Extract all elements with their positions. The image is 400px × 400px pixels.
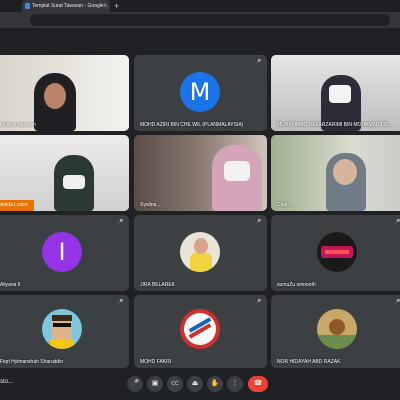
participant-name: khairun nasurah <box>0 122 36 128</box>
mic-off-icon: 🎤 <box>254 220 262 226</box>
profile-photo <box>180 232 220 272</box>
present-icon: ⏏ <box>191 380 199 387</box>
more-options-button[interactable]: ⋮ <box>227 376 243 392</box>
meeting-controls: sto... 🎤 ▣ CC ⏏ ✋ ⋮ ☎ <box>0 368 400 400</box>
participant-face <box>333 159 357 185</box>
participant-name: Chai ... <box>277 202 293 208</box>
mic-off-icon: 🎤 <box>254 60 262 66</box>
participant-name-tag: Anida Losiro <box>0 200 34 211</box>
new-tab-button[interactable]: + <box>114 0 119 12</box>
participant-name: JIRA BELAREK <box>140 282 176 288</box>
meeting-grid: khairun nasurah 🎤 M MOHD AZIRI BIN CHE W… <box>0 28 400 368</box>
participant-tile[interactable]: Syalina ... <box>134 135 267 211</box>
mic-off-icon: 🎤 <box>116 220 124 226</box>
microphone-button[interactable]: 🎤 <box>127 376 143 392</box>
participant-tile[interactable]: 🎤 I Aliyana II <box>0 215 129 291</box>
mic-off-icon: 🎤 <box>254 300 262 306</box>
docs-icon <box>25 3 30 9</box>
address-bar <box>0 12 400 28</box>
participant-tile[interactable]: 🎤 NOR HIDAYAH ABD RAZAK <box>271 295 400 368</box>
participant-tile[interactable]: MUHAMMAD HAZARZARIMI BIN MOHAMAD FR... <box>271 55 400 131</box>
participant-tile[interactable]: 🎤 JIRA BELAREK <box>134 215 267 291</box>
omnibox[interactable] <box>30 14 390 26</box>
participant-name: Syalina ... <box>140 202 162 208</box>
face-mask <box>63 175 85 189</box>
participant-tile[interactable]: 🎤 sumuZu smoooth <box>271 215 400 291</box>
profile-photo <box>180 309 220 349</box>
participant-tile[interactable]: 🎤 M MOHD AZIRI BIN CHE WIL (PLANMALAYSIA… <box>134 55 267 131</box>
meeting-details[interactable]: sto... <box>0 379 13 385</box>
tab-title: Templat Surat Tawaran - Google... <box>32 3 108 9</box>
participant-name: NOR HIDAYAH ABD RAZAK <box>277 359 341 365</box>
mic-off-icon: 🎤 <box>116 300 124 306</box>
participant-face <box>44 83 66 109</box>
browser-tab[interactable]: Templat Surat Tawaran - Google... × <box>22 0 110 12</box>
profile-photo <box>42 309 82 349</box>
captions-button[interactable]: CC <box>167 376 183 392</box>
tab-close-icon[interactable]: × <box>103 0 107 12</box>
raise-hand-icon: ✋ <box>210 380 220 387</box>
participant-tile[interactable]: Chai ... <box>271 135 400 211</box>
participant-name: Anida Losiro <box>0 202 28 208</box>
profile-photo <box>317 232 357 272</box>
avatar: M <box>180 72 220 112</box>
leave-call-button[interactable]: ☎ <box>248 376 268 392</box>
participant-tile[interactable]: Anida Losiro <box>0 135 129 211</box>
microphone-icon: 🎤 <box>130 380 140 387</box>
more-vert-icon: ⋮ <box>231 380 239 387</box>
camera-icon: ▣ <box>151 380 159 387</box>
phone-hangup-icon: ☎ <box>253 380 263 387</box>
participant-name: Fiqri Hylmanshah Sharuddin <box>0 359 64 365</box>
participant-name: sumuZu smoooth <box>277 282 316 288</box>
face-mask <box>329 85 351 103</box>
captions-icon: CC <box>171 381 179 387</box>
mic-off-icon: 🎤 <box>393 300 400 306</box>
mic-off-icon: 🎤 <box>393 220 400 226</box>
participant-tile[interactable]: 🎤 Fiqri Hylmanshah Sharuddin <box>0 295 129 368</box>
participant-name: MOHD FAKRI <box>140 359 172 365</box>
browser-tab-bar: Templat Surat Tawaran - Google... × + <box>0 0 400 12</box>
participant-name: MUHAMMAD HAZARZARIMI BIN MOHAMAD FR... <box>277 122 392 128</box>
raise-hand-button[interactable]: ✋ <box>207 376 223 392</box>
participant-name: Aliyana II <box>0 282 21 288</box>
participant-name: MOHD AZIRI BIN CHE WIL (PLANMALAYSIA) <box>140 122 244 128</box>
profile-photo <box>317 309 357 349</box>
camera-button[interactable]: ▣ <box>147 376 163 392</box>
participant-tile[interactable]: khairun nasurah <box>0 55 129 131</box>
avatar: I <box>42 232 82 272</box>
participant-tile[interactable]: 🎤 MOHD FAKRI <box>134 295 267 368</box>
face-mask <box>224 161 250 181</box>
present-button[interactable]: ⏏ <box>187 376 203 392</box>
